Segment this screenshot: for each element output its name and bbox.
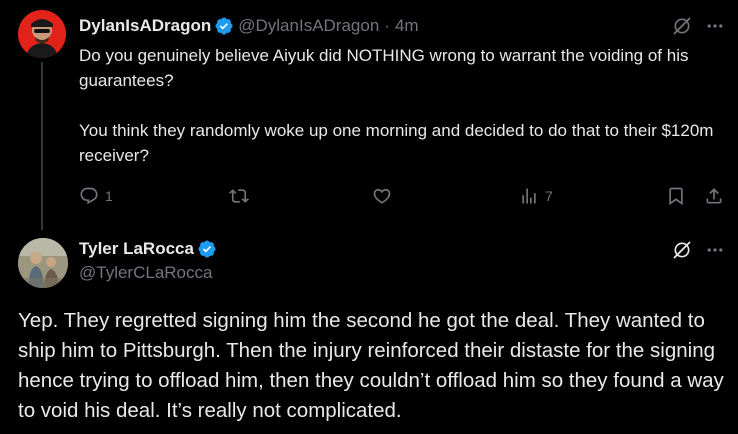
reply-count: 1 <box>105 188 113 204</box>
grok-icon[interactable] <box>672 16 692 36</box>
reply-icon <box>80 187 98 205</box>
bookmark-icon <box>669 187 683 206</box>
more-icon[interactable] <box>704 16 726 36</box>
avatar[interactable] <box>18 10 66 58</box>
view-count: 7 <box>545 188 553 204</box>
share-button[interactable] <box>704 184 724 208</box>
tweet-text: Do you genuinely believe Aiyuk did NOTHI… <box>79 43 727 168</box>
tweet-text: Yep. They regretted signing him the seco… <box>18 309 724 422</box>
handle[interactable]: @TylerCLaRocca <box>79 263 212 283</box>
bookmark-button[interactable] <box>666 184 686 208</box>
timestamp[interactable]: 4m <box>395 16 419 36</box>
tweet-focused[interactable]: Tyler LaRocca @TylerCLaRocca Yep. They r… <box>0 230 738 434</box>
verified-badge-icon <box>198 240 216 258</box>
tweet-parent[interactable]: DylanIsADragon @DylanIsADragon · 4m Do y… <box>0 0 738 228</box>
retweet-button[interactable] <box>229 184 249 208</box>
more-icon[interactable] <box>704 240 726 260</box>
grok-icon[interactable] <box>672 240 692 260</box>
views-icon <box>522 188 536 204</box>
reply-button[interactable]: 1 <box>79 184 113 208</box>
handle[interactable]: @DylanIsADragon <box>238 16 379 36</box>
like-button[interactable] <box>372 184 392 208</box>
action-bar: 1 7 <box>79 184 729 208</box>
display-name[interactable]: DylanIsADragon <box>79 16 211 36</box>
views-button[interactable]: 7 <box>519 184 553 208</box>
display-name[interactable]: Tyler LaRocca <box>79 239 194 259</box>
tweet-header: Tyler LaRocca <box>79 238 217 260</box>
avatar[interactable] <box>18 238 68 288</box>
verified-badge-icon <box>215 17 233 35</box>
tweet-header: DylanIsADragon @DylanIsADragon · 4m <box>79 15 419 37</box>
separator-dot: · <box>384 16 390 35</box>
tweet-text-paragraph: You think they randomly woke up one morn… <box>79 121 714 165</box>
tweet-text-paragraph: Do you genuinely believe Aiyuk did NOTHI… <box>79 46 689 90</box>
retweet-icon <box>229 189 249 203</box>
like-icon <box>373 188 391 204</box>
share-icon <box>706 188 722 204</box>
